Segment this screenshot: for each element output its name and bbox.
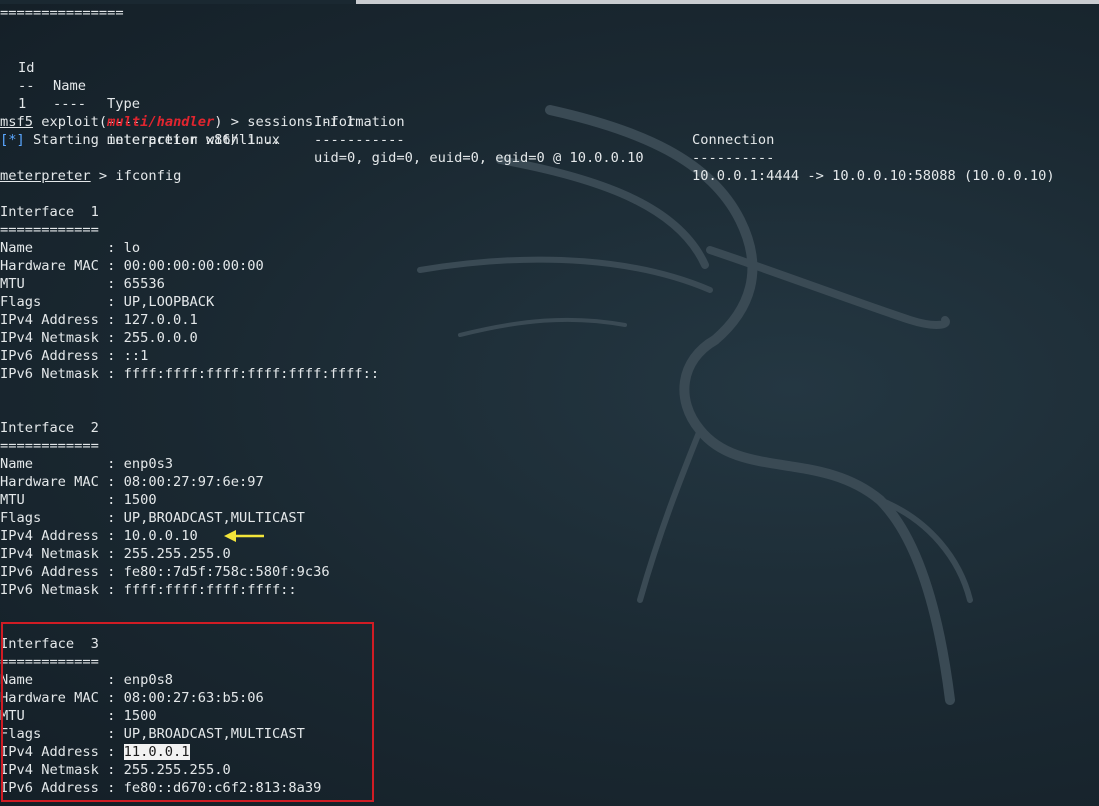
field-label: IPv6 Address :: [0, 564, 124, 580]
interface-2-sep: ============: [0, 438, 99, 454]
info-line: [*] Starting interaction with 1...: [0, 131, 280, 149]
field-label: IPv4 Address :: [0, 528, 124, 544]
interface-2-title: Interface 2: [0, 420, 99, 436]
meterpreter-prompt-line: meterpreter > ifconfig: [0, 167, 181, 185]
field-value: UP,LOOPBACK: [123, 294, 215, 310]
list-item: Name : lo: [0, 239, 140, 257]
list-item: IPv6 Address : ::1: [0, 347, 148, 365]
list-item: IPv6 Netmask : ffff:ffff:ffff:ffff:ffff:…: [0, 365, 379, 383]
field-label: IPv6 Netmask :: [0, 366, 124, 382]
field-label: Name :: [0, 240, 124, 256]
arrow-left-icon: [224, 530, 264, 542]
field-label: IPv4 Netmask :: [0, 546, 124, 562]
command-ifconfig: ifconfig: [115, 168, 182, 184]
interface-1-title: Interface 1: [0, 204, 99, 220]
field-value: ffff:ffff:ffff:ffff:ffff:ffff::: [123, 366, 380, 382]
field-label: Hardware MAC :: [0, 258, 124, 274]
field-value: ffff:ffff:ffff:ffff::: [123, 582, 297, 598]
field-value: 255.255.255.0: [123, 546, 231, 562]
header-type: Type: [107, 96, 140, 112]
field-value: 255.0.0.0: [123, 330, 198, 346]
sessions-table-header: Id Name Type Information Connection: [0, 41, 774, 148]
field-label: MTU :: [0, 492, 124, 508]
meterpreter-sep: >: [90, 168, 116, 184]
list-item: Name : enp0s3: [0, 455, 173, 473]
field-value: 65536: [123, 276, 165, 292]
list-item: Hardware MAC : 00:00:00:00:00:00: [0, 257, 264, 275]
list-item: IPv6 Address : fe80::7d5f:758c:580f:9c36: [0, 563, 330, 581]
field-label: IPv4 Address :: [0, 312, 124, 328]
field-value: 10.0.0.10: [123, 528, 198, 544]
field-label: Flags :: [0, 510, 124, 526]
header-name: Name: [53, 78, 86, 94]
field-value: 08:00:27:97:6e:97: [123, 474, 264, 490]
field-value: 127.0.0.1: [123, 312, 198, 328]
interface-1-sep: ============: [0, 222, 99, 238]
prompt-module-close: ) >: [214, 114, 248, 130]
prompt-module-open: exploit(: [32, 114, 108, 130]
list-item: Flags : UP,LOOPBACK: [0, 293, 214, 311]
field-value: UP,BROADCAST,MULTICAST: [123, 510, 305, 526]
list-item: Hardware MAC : 08:00:27:97:6e:97: [0, 473, 264, 491]
table-separator: ===============: [0, 5, 124, 21]
dash-connection: ----------: [692, 150, 775, 166]
table-row: 1 meterpreter x86/linux uid=0, gid=0, eu…: [0, 77, 1055, 184]
meterpreter-prompt: meterpreter: [0, 168, 91, 184]
field-label: Name :: [0, 456, 124, 472]
annotation-box: [1, 622, 374, 802]
field-label: Flags :: [0, 294, 124, 310]
field-label: IPv6 Netmask :: [0, 582, 124, 598]
sessions-table-dashes: -- ---- ---- ----------- ----------: [0, 59, 774, 166]
field-value: lo: [123, 240, 141, 256]
field-value: fe80::7d5f:758c:580f:9c36: [123, 564, 330, 580]
list-item: Flags : UP,BROADCAST,MULTICAST: [0, 509, 305, 527]
dash-name: ----: [53, 96, 86, 112]
info-prefix: [*]: [0, 132, 25, 148]
prompt-module: multi/handler: [107, 114, 215, 130]
header-connection: Connection: [692, 132, 775, 148]
field-label: IPv4 Netmask :: [0, 330, 124, 346]
info-text: Starting interaction with 1...: [24, 132, 281, 148]
field-value: 00:00:00:00:00:00: [123, 258, 264, 274]
field-label: Hardware MAC :: [0, 474, 124, 490]
list-item: MTU : 65536: [0, 275, 165, 293]
dash-information: -----------: [314, 132, 405, 148]
list-item: IPv4 Netmask : 255.255.255.0: [0, 545, 231, 563]
list-item: IPv4 Address : 127.0.0.1: [0, 311, 198, 329]
list-item: IPv4 Netmask : 255.0.0.0: [0, 329, 198, 347]
field-label: IPv6 Address :: [0, 348, 124, 364]
field-value: ::1: [123, 348, 149, 364]
list-item: MTU : 1500: [0, 491, 157, 509]
field-value: enp0s3: [123, 456, 174, 472]
session-information: uid=0, gid=0, euid=0, egid=0 @ 10.0.0.10: [314, 150, 644, 166]
command-sessions: sessions -i 1: [247, 114, 355, 130]
field-label: MTU :: [0, 276, 124, 292]
list-item: IPv6 Netmask : ffff:ffff:ffff:ffff::: [0, 581, 297, 599]
session-connection: 10.0.0.1:4444 -> 10.0.0.10:58088 (10.0.0…: [692, 168, 1055, 184]
msf-prompt-line: msf5 exploit(multi/handler) > sessions -…: [0, 113, 354, 131]
field-value: 1500: [123, 492, 157, 508]
msf-prompt-prefix: msf5: [0, 114, 33, 130]
session-id: 1: [18, 96, 27, 112]
list-item: IPv4 Address : 10.0.0.10: [0, 527, 198, 545]
